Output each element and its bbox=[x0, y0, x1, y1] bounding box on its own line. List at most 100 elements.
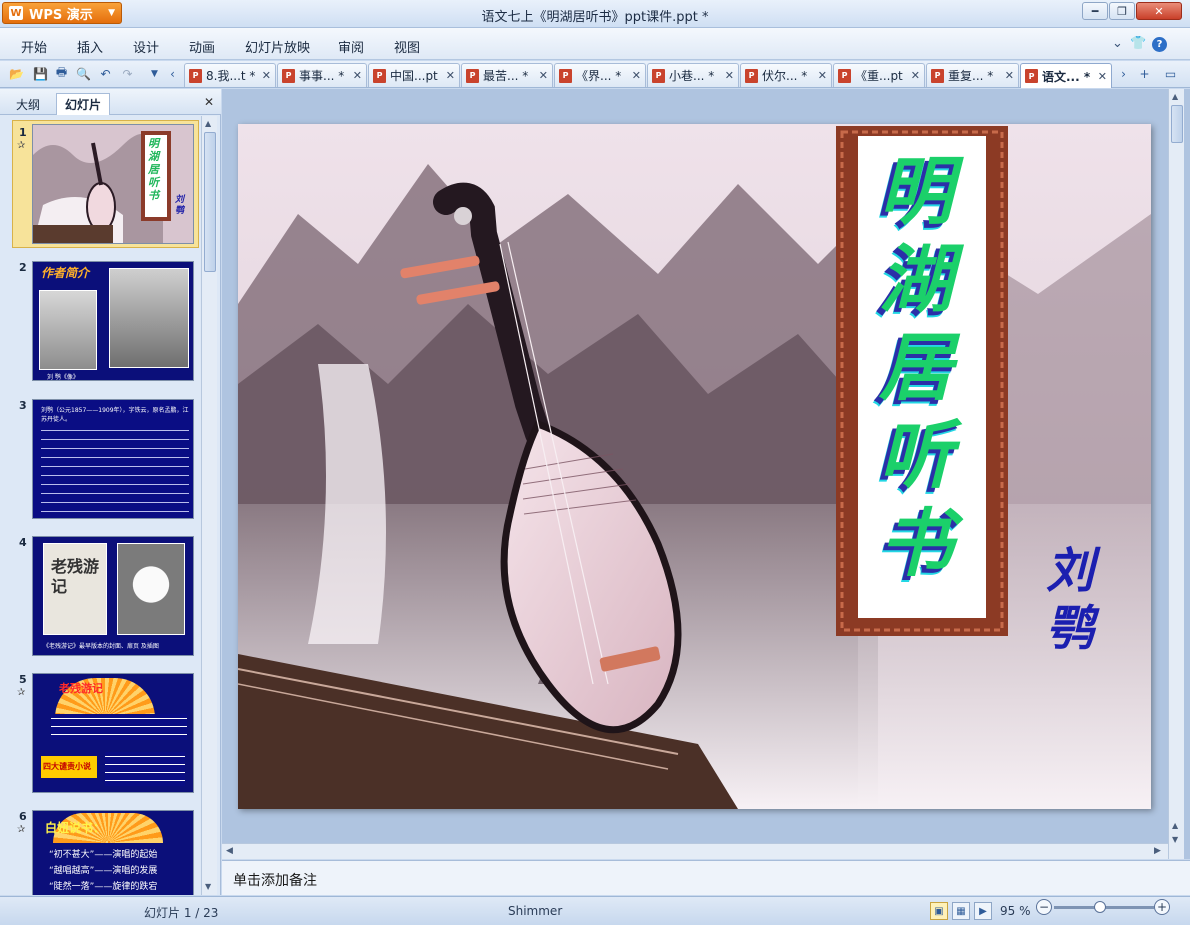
close-tab-icon[interactable]: ✕ bbox=[632, 69, 641, 82]
tabs-scroll-left-icon[interactable]: ‹ bbox=[164, 65, 181, 82]
slide-edit-area: 明湖居听书 刘鹗 ▲ ▲ ▼ ◀ ▶ bbox=[222, 89, 1190, 859]
animation-star-icon: ✰ bbox=[17, 824, 26, 835]
close-window-button[interactable]: ✕ bbox=[1136, 2, 1182, 20]
minimize-button[interactable]: ━ bbox=[1082, 2, 1108, 20]
menu-insert[interactable]: 插入 bbox=[77, 37, 103, 56]
play-icon: ▶ bbox=[979, 905, 987, 917]
thumb-1-title: 明湖居听书 bbox=[148, 137, 159, 202]
doc-tab-6[interactable]: P 小巷... * ✕ bbox=[647, 63, 739, 87]
previous-slide-icon[interactable]: ▲ bbox=[1172, 821, 1178, 830]
slide-title[interactable]: 明湖居听书 bbox=[874, 148, 958, 588]
save-icon[interactable]: 💾 bbox=[32, 65, 49, 82]
menu-animation[interactable]: 动画 bbox=[189, 37, 215, 56]
close-tab-icon[interactable]: ✕ bbox=[1005, 69, 1014, 82]
menu-view[interactable]: 视图 bbox=[394, 37, 420, 56]
slide-horizontal-scrollbar[interactable]: ◀ ▶ bbox=[222, 843, 1168, 859]
scroll-up-icon[interactable]: ▲ bbox=[1172, 92, 1178, 101]
doc-tab-7[interactable]: P 伏尔... * ✕ bbox=[740, 63, 832, 87]
slide-vertical-scrollbar[interactable]: ▲ ▲ ▼ bbox=[1168, 89, 1184, 859]
thumbnail-scroll-thumb[interactable] bbox=[204, 132, 216, 272]
zoom-slider-knob[interactable] bbox=[1094, 901, 1106, 913]
ppt-file-icon: P bbox=[466, 68, 479, 83]
current-slide[interactable]: 明湖居听书 刘鹗 bbox=[238, 124, 1151, 809]
doc-tab-8[interactable]: P 《重...pt ✕ bbox=[833, 63, 925, 87]
scroll-left-icon[interactable]: ◀ bbox=[226, 846, 233, 856]
close-tab-icon[interactable]: ✕ bbox=[725, 69, 734, 82]
slide-thumbnail-2[interactable]: 作者简介 刘 鹗《像》 bbox=[32, 261, 194, 381]
close-tab-icon[interactable]: ✕ bbox=[911, 69, 920, 82]
slide-sorter-view-button[interactable]: ▦ bbox=[952, 902, 970, 920]
close-tab-icon[interactable]: ✕ bbox=[539, 69, 548, 82]
menu-slideshow[interactable]: 幻灯片放映 bbox=[245, 37, 310, 56]
doc-tab-1[interactable]: P 8.我...t * ✕ bbox=[184, 63, 276, 87]
zoom-out-button[interactable]: − bbox=[1036, 899, 1052, 915]
redo-icon[interactable]: ↷ bbox=[119, 65, 136, 82]
doc-tab-2[interactable]: P 事事... * ✕ bbox=[277, 63, 367, 87]
thumb-2-photo-right bbox=[109, 268, 189, 368]
slide-thumbnail-1[interactable]: 明湖居听书 刘鹗 bbox=[32, 124, 194, 244]
tab-slides[interactable]: 幻灯片 bbox=[56, 93, 111, 115]
new-tab-plus-icon[interactable]: + bbox=[1136, 65, 1153, 82]
close-tab-icon[interactable]: ✕ bbox=[262, 69, 271, 82]
scroll-up-icon[interactable]: ▲ bbox=[205, 119, 211, 128]
close-tab-icon[interactable]: ✕ bbox=[1098, 70, 1107, 83]
close-tab-icon[interactable]: ✕ bbox=[353, 69, 362, 82]
status-bar: 幻灯片 1 / 23 Shimmer ▣ ▦ ▶ 95 % bbox=[0, 896, 1190, 925]
restore-icon: ❐ bbox=[1117, 4, 1127, 18]
doc-tab-active[interactable]: P 语文... * ✕ bbox=[1020, 63, 1112, 88]
slideshow-view-button[interactable]: ▶ bbox=[974, 902, 992, 920]
next-slide-icon[interactable]: ▼ bbox=[1172, 835, 1178, 844]
ppt-file-icon: P bbox=[559, 68, 572, 83]
doc-tab-label: 小巷... * bbox=[669, 69, 715, 83]
thumb-number: 5 bbox=[19, 673, 27, 686]
slide-thumbnail-4[interactable]: 老残游记 《老残游记》最早版本的封面、扉页 及插图 bbox=[32, 536, 194, 656]
notes-placeholder[interactable]: 单击添加备注 bbox=[233, 870, 317, 890]
doc-tab-4[interactable]: P 最苦... * ✕ bbox=[461, 63, 553, 87]
maximize-button[interactable]: ❐ bbox=[1109, 2, 1135, 20]
print-icon[interactable]: 🖶 bbox=[53, 65, 70, 82]
thumb-6-line-3: “陡然一落”——旋律的跌宕 bbox=[49, 882, 158, 892]
slide-counter: 幻灯片 1 / 23 bbox=[144, 906, 219, 920]
doc-tab-9[interactable]: P 重复... * ✕ bbox=[926, 63, 1019, 87]
zoom-level[interactable]: 95 % bbox=[1000, 904, 1031, 918]
thumbnail-scrollbar[interactable]: ▲ ▼ bbox=[201, 116, 217, 895]
scroll-right-icon[interactable]: ▶ bbox=[1154, 846, 1161, 856]
undo-icon[interactable]: ↶ bbox=[97, 65, 114, 82]
thumb-1-art bbox=[33, 125, 193, 243]
help-icon[interactable]: ? bbox=[1152, 37, 1167, 52]
zoom-in-button[interactable]: + bbox=[1154, 899, 1170, 915]
menu-home[interactable]: 开始 bbox=[21, 37, 47, 56]
thumb-6-title: 白妞说书： bbox=[45, 821, 106, 835]
close-tab-icon[interactable]: ✕ bbox=[446, 69, 455, 82]
normal-view-button[interactable]: ▣ bbox=[930, 902, 948, 920]
minus-icon: − bbox=[1038, 900, 1050, 914]
slide-thumbnail-6[interactable]: 白妞说书： “初不甚大”——演唱的起始 “越唱越高”——演唱的发展 “陡然一落”… bbox=[32, 810, 194, 895]
skin-shirt-icon[interactable]: 👕 bbox=[1130, 36, 1146, 51]
close-panel-icon[interactable]: ✕ bbox=[204, 95, 214, 109]
document-tab-bar: 📂 💾 🖶 🔍 ↶ ↷ ▼ ‹ P 8.我...t * ✕ P 事事... * … bbox=[0, 61, 1190, 88]
slide-scroll-thumb[interactable] bbox=[1171, 105, 1183, 143]
menu-review[interactable]: 审阅 bbox=[338, 37, 364, 56]
doc-tab-5[interactable]: P 《界... * ✕ bbox=[554, 63, 646, 87]
tabs-scroll-right-icon[interactable]: › bbox=[1115, 65, 1132, 82]
quick-access-dropdown-icon[interactable]: ▼ bbox=[146, 65, 163, 82]
thumb-1-caption: 刘鹗 bbox=[175, 195, 185, 216]
slide-thumbnail-3[interactable]: 刘鹗（公元1857——1909年），字铁云，原名孟鹏，江苏丹徒人。 bbox=[32, 399, 194, 519]
slide-author[interactable]: 刘鹗 bbox=[1040, 542, 1100, 658]
tab-outline[interactable]: 大纲 bbox=[8, 93, 48, 115]
tab-list-icon[interactable]: ▭ bbox=[1162, 65, 1179, 82]
print-preview-icon[interactable]: 🔍 bbox=[75, 65, 92, 82]
doc-tab-3[interactable]: P 中国...pt ✕ bbox=[368, 63, 460, 87]
close-tab-icon[interactable]: ✕ bbox=[818, 69, 827, 82]
wps-app-menu-button[interactable]: W WPS 演示 ▼ bbox=[2, 2, 122, 24]
slide-thumbnail-5[interactable]: 老残游记 四大谴责小说 bbox=[32, 673, 194, 793]
menu-design[interactable]: 设计 bbox=[133, 37, 159, 56]
ppt-file-icon: P bbox=[1025, 69, 1038, 83]
notes-pane[interactable]: 单击添加备注 bbox=[222, 860, 1190, 895]
animation-star-icon: ✰ bbox=[17, 687, 26, 698]
collapse-ribbon-icon[interactable]: ⌄ bbox=[1112, 36, 1123, 51]
scroll-down-icon[interactable]: ▼ bbox=[205, 882, 211, 891]
open-folder-icon[interactable]: 📂 bbox=[8, 65, 25, 82]
thumb-6-line-2: “越唱越高”——演唱的发展 bbox=[49, 866, 158, 876]
normal-view-icon: ▣ bbox=[934, 905, 944, 917]
